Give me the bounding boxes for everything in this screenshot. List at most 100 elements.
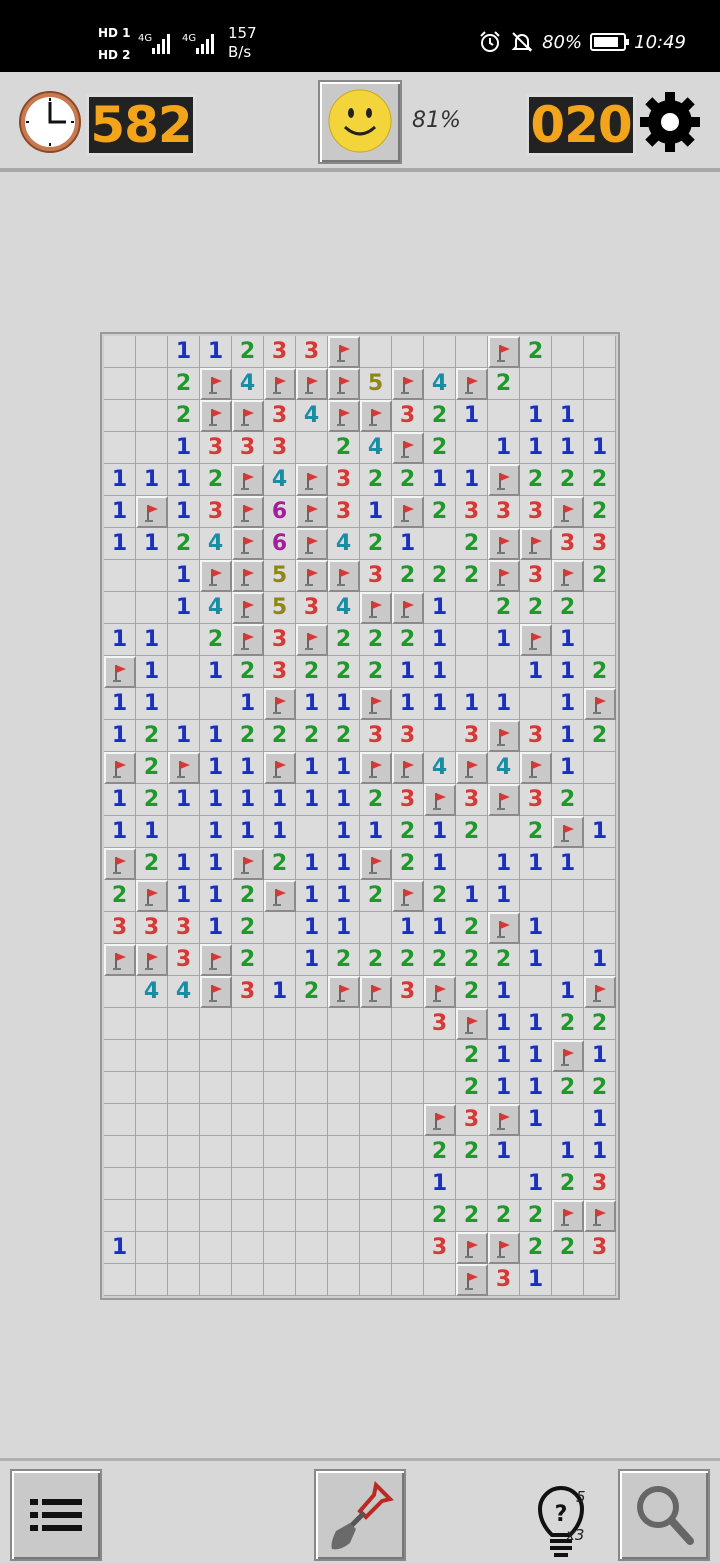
cell-flagged[interactable]	[232, 624, 264, 656]
cell-number[interactable]: 1	[360, 496, 392, 528]
cell-empty[interactable]	[232, 1168, 264, 1200]
cell-number[interactable]: 1	[296, 912, 328, 944]
cell-number[interactable]: 3	[264, 400, 296, 432]
cell-number[interactable]: 1	[424, 656, 456, 688]
cell-number[interactable]: 3	[456, 720, 488, 752]
cell-number[interactable]: 1	[232, 688, 264, 720]
cell-empty[interactable]	[168, 1072, 200, 1104]
cell-flagged[interactable]	[392, 592, 424, 624]
cell-flagged[interactable]	[488, 720, 520, 752]
cell-flagged[interactable]	[264, 752, 296, 784]
cell-number[interactable]: 3	[360, 560, 392, 592]
cell-flagged[interactable]	[424, 976, 456, 1008]
cell-empty[interactable]	[424, 1040, 456, 1072]
cell-empty[interactable]	[136, 1136, 168, 1168]
cell-empty[interactable]	[168, 1136, 200, 1168]
cell-flagged[interactable]	[136, 880, 168, 912]
cell-number[interactable]: 1	[200, 784, 232, 816]
cell-empty[interactable]	[136, 1072, 168, 1104]
cell-empty[interactable]	[168, 1200, 200, 1232]
cell-flagged[interactable]	[104, 944, 136, 976]
cell-empty[interactable]	[136, 592, 168, 624]
cell-number[interactable]: 2	[168, 528, 200, 560]
cell-empty[interactable]	[232, 1072, 264, 1104]
cell-number[interactable]: 1	[552, 720, 584, 752]
cell-number[interactable]: 1	[488, 880, 520, 912]
cell-empty[interactable]	[424, 336, 456, 368]
cell-number[interactable]: 1	[200, 816, 232, 848]
cell-number[interactable]: 2	[232, 720, 264, 752]
cell-flagged[interactable]	[328, 976, 360, 1008]
cell-number[interactable]: 2	[328, 944, 360, 976]
cell-number[interactable]: 1	[424, 912, 456, 944]
cell-empty[interactable]	[136, 336, 168, 368]
cell-number[interactable]: 1	[488, 688, 520, 720]
cell-number[interactable]: 1	[168, 496, 200, 528]
cell-number[interactable]: 2	[168, 400, 200, 432]
cell-number[interactable]: 2	[424, 1136, 456, 1168]
cell-flagged[interactable]	[360, 592, 392, 624]
cell-number[interactable]: 2	[360, 464, 392, 496]
cell-flagged[interactable]	[392, 368, 424, 400]
cell-number[interactable]: 2	[456, 1040, 488, 1072]
cell-flagged[interactable]	[488, 784, 520, 816]
cell-number[interactable]: 2	[360, 880, 392, 912]
cell-number[interactable]: 3	[456, 784, 488, 816]
cell-number[interactable]: 1	[296, 784, 328, 816]
cell-flagged[interactable]	[456, 752, 488, 784]
cell-number[interactable]: 2	[456, 976, 488, 1008]
cell-flagged[interactable]	[296, 560, 328, 592]
cell-number[interactable]: 5	[360, 368, 392, 400]
cell-flagged[interactable]	[552, 1040, 584, 1072]
cell-number[interactable]: 1	[392, 528, 424, 560]
cell-empty[interactable]	[264, 1136, 296, 1168]
cell-number[interactable]: 1	[168, 720, 200, 752]
cell-empty[interactable]	[360, 1104, 392, 1136]
cell-empty[interactable]	[200, 1232, 232, 1264]
cell-number[interactable]: 2	[360, 944, 392, 976]
cell-empty[interactable]	[424, 1072, 456, 1104]
cell-number[interactable]: 1	[552, 624, 584, 656]
cell-number[interactable]: 2	[584, 464, 616, 496]
cell-number[interactable]: 2	[552, 1168, 584, 1200]
cell-number[interactable]: 1	[264, 976, 296, 1008]
cell-empty[interactable]	[552, 880, 584, 912]
cell-number[interactable]: 3	[584, 1168, 616, 1200]
cell-empty[interactable]	[520, 688, 552, 720]
cell-empty[interactable]	[264, 944, 296, 976]
cell-flagged[interactable]	[424, 1104, 456, 1136]
cell-number[interactable]: 1	[520, 432, 552, 464]
cell-number[interactable]: 1	[200, 848, 232, 880]
cell-number[interactable]: 4	[232, 368, 264, 400]
cell-number[interactable]: 2	[232, 336, 264, 368]
cell-empty[interactable]	[200, 1200, 232, 1232]
cell-number[interactable]: 2	[424, 1200, 456, 1232]
cell-empty[interactable]	[136, 1040, 168, 1072]
cell-number[interactable]: 2	[584, 656, 616, 688]
cell-number[interactable]: 1	[520, 1104, 552, 1136]
cell-empty[interactable]	[328, 1040, 360, 1072]
cell-flagged[interactable]	[488, 1104, 520, 1136]
cell-number[interactable]: 3	[488, 496, 520, 528]
cell-number[interactable]: 2	[232, 880, 264, 912]
cell-empty[interactable]	[392, 1104, 424, 1136]
cell-number[interactable]: 3	[584, 528, 616, 560]
cell-number[interactable]: 1	[200, 336, 232, 368]
cell-number[interactable]: 1	[552, 1136, 584, 1168]
cell-number[interactable]: 3	[392, 400, 424, 432]
cell-empty[interactable]	[392, 1200, 424, 1232]
cell-flagged[interactable]	[328, 400, 360, 432]
cell-number[interactable]: 1	[328, 688, 360, 720]
cell-flagged[interactable]	[232, 592, 264, 624]
cell-number[interactable]: 1	[584, 816, 616, 848]
cell-empty[interactable]	[552, 368, 584, 400]
cell-empty[interactable]	[328, 1264, 360, 1296]
cell-empty[interactable]	[584, 848, 616, 880]
cell-empty[interactable]	[584, 592, 616, 624]
cell-number[interactable]: 1	[104, 784, 136, 816]
cell-number[interactable]: 2	[264, 848, 296, 880]
cell-number[interactable]: 2	[328, 432, 360, 464]
cell-number[interactable]: 4	[424, 752, 456, 784]
cell-number[interactable]: 2	[328, 624, 360, 656]
cell-flagged[interactable]	[520, 528, 552, 560]
